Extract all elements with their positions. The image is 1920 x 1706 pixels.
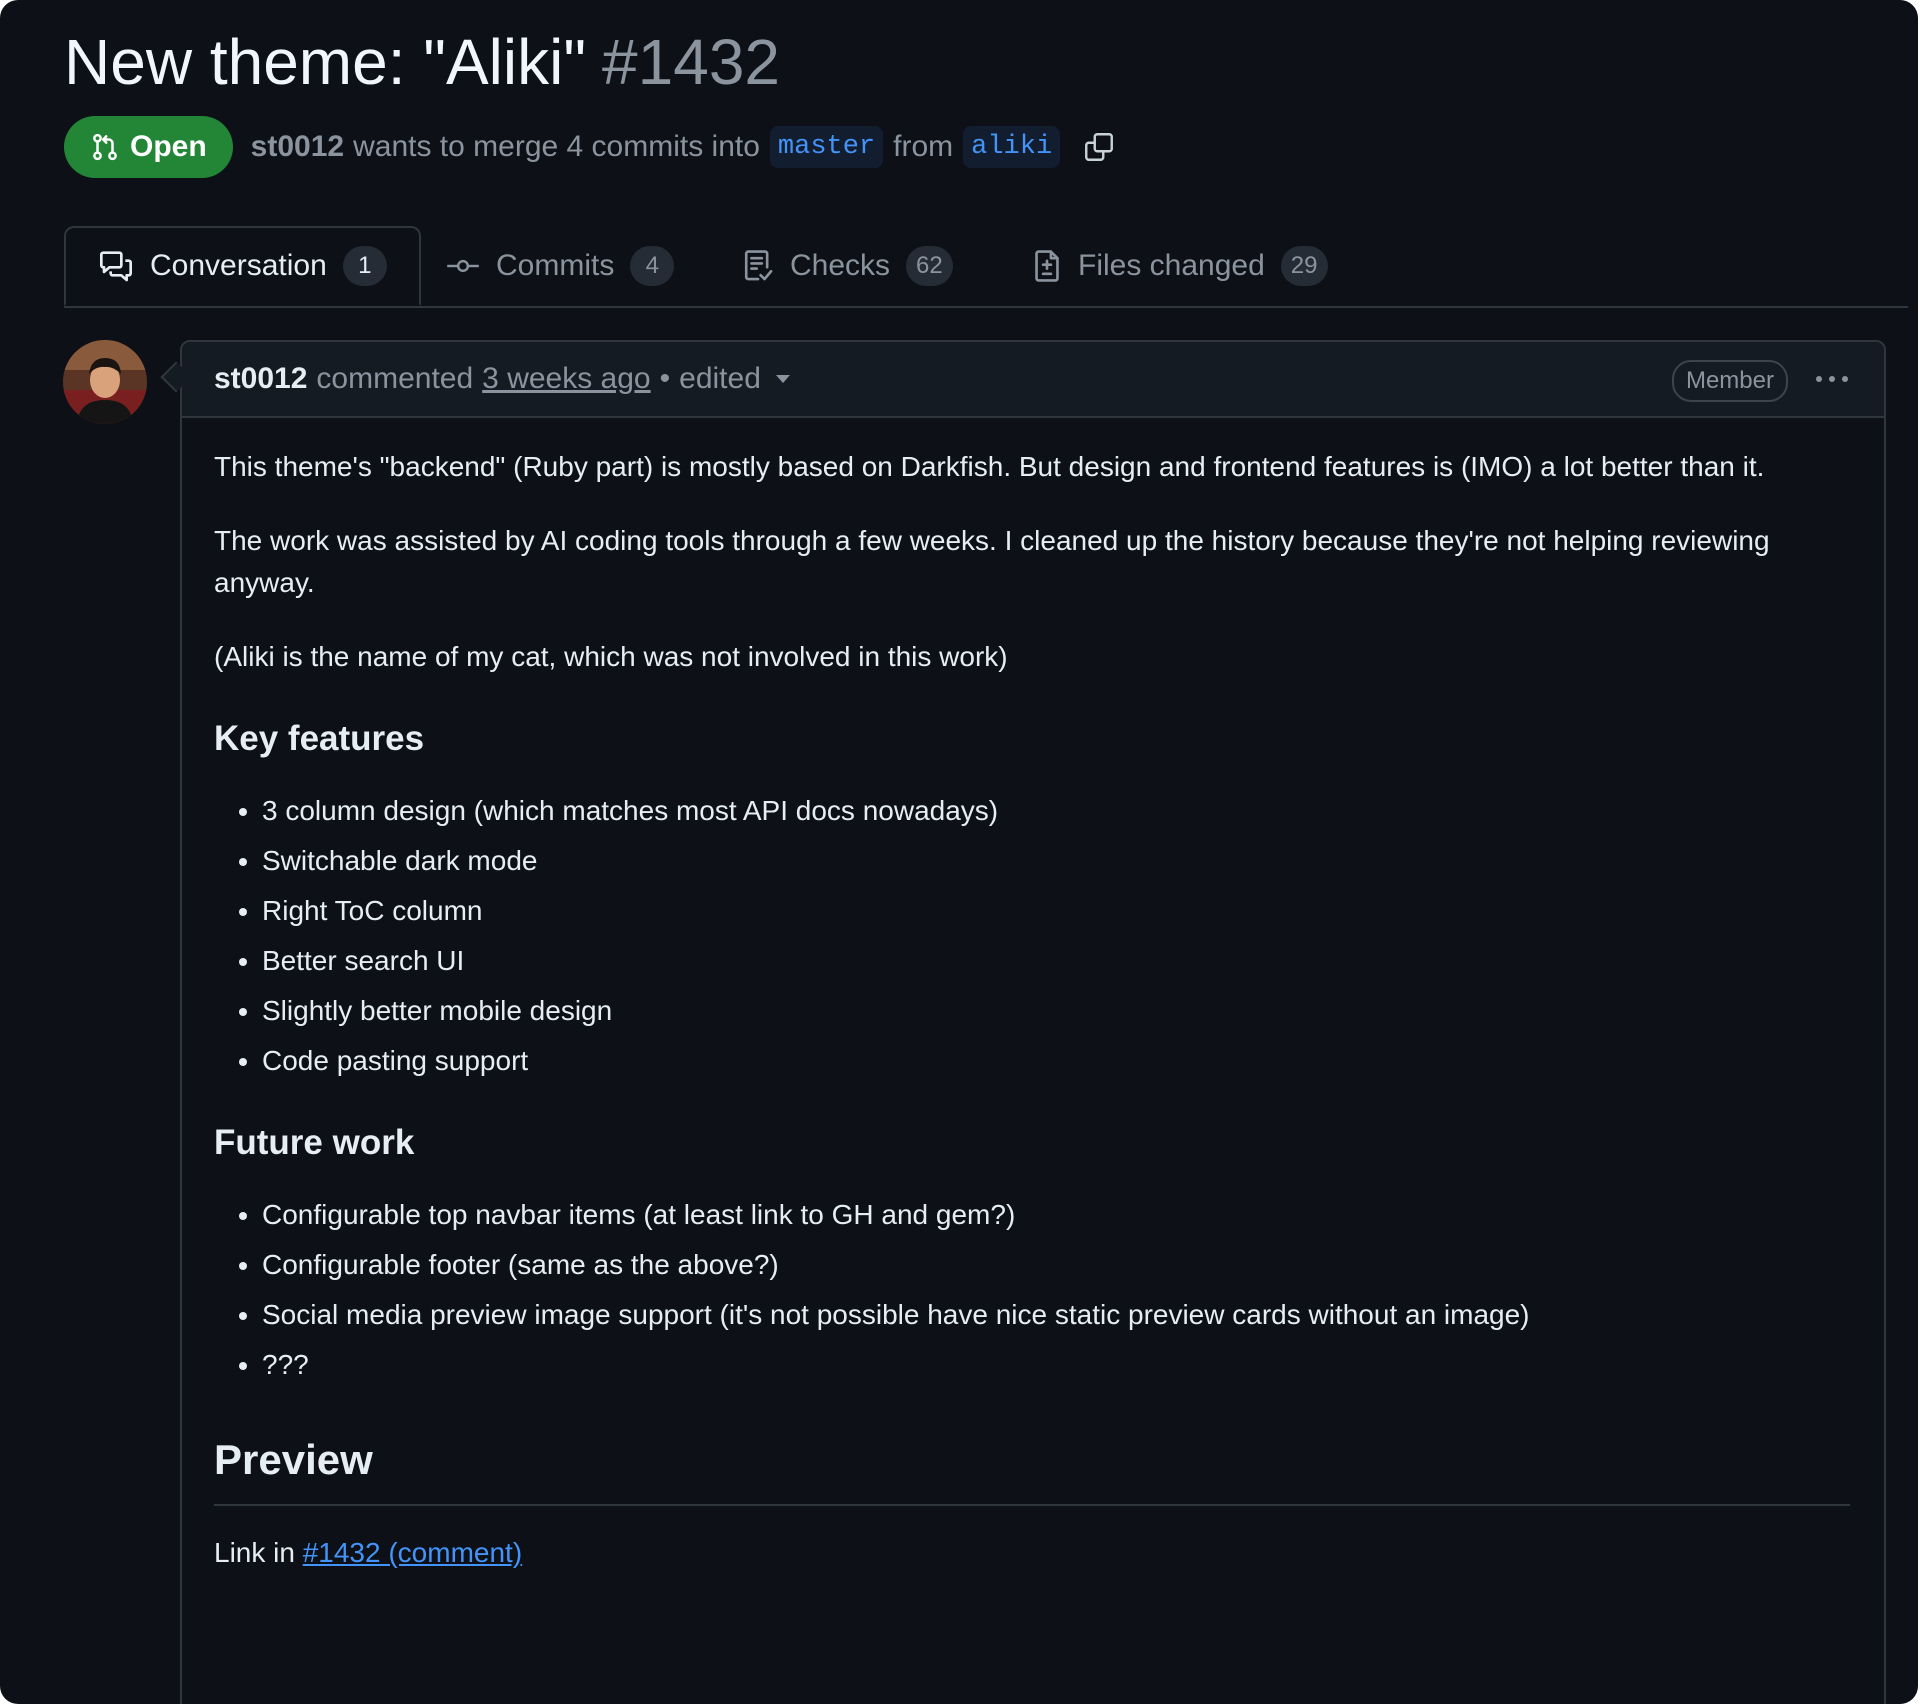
avatar-image [63,340,147,424]
key-features-heading: Key features [214,719,425,758]
git-pull-request-icon [93,133,117,161]
comment-link[interactable]: #1432 (comment) [303,1537,522,1568]
list-item: Configurable footer (same as the above?) [262,1244,1850,1286]
comment-header: st0012 commented 3 weeks ago • edited Me… [182,342,1884,418]
comment-options-button[interactable] [1812,362,1852,396]
tab-counter: 4 [630,246,675,286]
tab-conversation[interactable]: Conversation 1 [64,226,421,306]
state-badge: Open [64,116,233,178]
tab-label: Conversation [150,249,327,282]
avatar[interactable] [63,340,147,424]
list-item: Code pasting support [262,1040,1850,1082]
pr-tabs: Conversation 1 Commits 4 Checks 62 Files… [64,226,1908,308]
page-title: New theme: "Aliki" #1432 [64,24,780,100]
tab-label: Files changed [1078,249,1265,282]
edited-dropdown[interactable]: edited [670,362,791,396]
comment-card: st0012 commented 3 weeks ago • edited Me… [180,340,1886,1704]
comment-paragraph: This theme's "backend" (Ruby part) is mo… [214,451,1765,482]
list-item: Switchable dark mode [262,840,1850,882]
head-branch[interactable]: aliki [963,126,1061,168]
comment-timestamp-link[interactable]: 3 weeks ago [482,362,650,396]
list-item: 3 column design (which matches most API … [262,790,1850,832]
list-item: Slightly better mobile design [262,990,1850,1032]
future-work-list: Configurable top navbar items (at least … [214,1194,1850,1386]
tab-label: Commits [496,249,615,282]
preview-heading: Preview [214,1434,1850,1506]
pr-number: #1432 [602,26,780,98]
tab-counter: 29 [1280,246,1328,286]
list-item: ??? [262,1344,1850,1386]
triangle-down-icon [775,375,790,383]
pr-title: New theme: "Aliki" [64,26,587,98]
pr-author-link[interactable]: st0012 [251,130,344,164]
link-prefix: Link in [214,1537,295,1568]
comment-discussion-icon [100,251,133,282]
comment-body: This theme's "backend" (Ruby part) is mo… [214,446,1850,1574]
from-text: from [893,130,954,163]
comment-paragraph: The work was assisted by AI coding tools… [214,525,1770,598]
edited-label: edited [679,362,761,395]
list-item: Right ToC column [262,890,1850,932]
tab-checks[interactable]: Checks 62 [742,226,953,306]
git-commit-icon [447,259,479,273]
base-branch[interactable]: master [769,126,884,168]
tab-counter: 1 [342,246,387,286]
file-diff-icon [1035,250,1059,282]
tab-counter: 62 [906,246,953,286]
comment-paragraph: (Aliki is the name of my cat, which was … [214,641,1008,672]
list-item: Better search UI [262,940,1850,982]
list-item: Social media preview image support (it's… [262,1294,1850,1336]
key-features-list: 3 column design (which matches most API … [214,790,1850,1082]
list-item: Configurable top navbar items (at least … [262,1194,1850,1236]
checklist-icon [744,250,773,281]
tab-commits[interactable]: Commits 4 [446,226,675,306]
tab-label: Checks [790,249,891,282]
state-label: Open [130,130,207,163]
comment-author-link[interactable]: st0012 [214,362,307,396]
kebab-horizontal-icon [1816,376,1848,382]
pull-request-page: New theme: "Aliki" #1432 Open st0012 want… [0,0,1918,1704]
pr-meta: Open st0012 wants to merge 4 commits int… [64,116,1116,178]
copy-branch-button[interactable] [1082,130,1116,164]
future-work-heading: Future work [214,1123,415,1162]
tab-files-changed[interactable]: Files changed 29 [1032,226,1328,306]
copy-icon [1085,133,1114,161]
merge-text: wants to merge 4 commits into [353,130,760,163]
member-badge: Member [1671,360,1788,402]
separator-dot: • [659,362,671,395]
comment-action: commented [316,362,474,395]
preview-link-line: Link in #1432 (comment) [214,1532,1850,1574]
